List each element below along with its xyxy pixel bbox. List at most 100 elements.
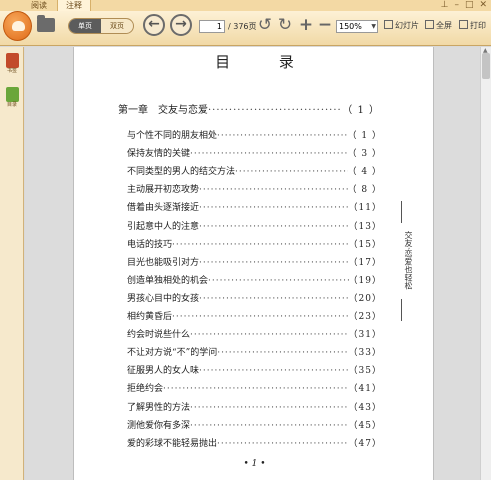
entry-page: （17） — [348, 257, 382, 268]
toc-entry[interactable]: 保持友情的关键 ·································… — [127, 148, 382, 160]
entry-title: 测他爱你有多深 — [127, 420, 191, 431]
entry-title: 保持友情的关键 — [127, 149, 191, 160]
entry-page: （11） — [348, 203, 382, 214]
tab-annotate[interactable]: 注释 — [57, 0, 91, 11]
toc-entry[interactable]: 相约黄昏后 ···································… — [127, 311, 382, 323]
double-page-button[interactable]: 双页 — [101, 19, 133, 33]
entry-title: 引起意中人的注意 — [127, 221, 200, 232]
toc-entry[interactable]: 不让对方说“不”的学问 ·····························… — [127, 347, 382, 359]
leader-dots: ········································… — [235, 167, 348, 178]
entry-page: （ 4 ） — [347, 167, 382, 178]
chevron-down-icon: ▼ — [371, 23, 376, 30]
rotate-left-icon[interactable]: ↺ — [256, 15, 274, 35]
entry-page: （15） — [348, 239, 382, 250]
scrollbar-thumb[interactable] — [482, 53, 490, 79]
entry-title: 电话的技巧 — [127, 239, 173, 250]
prev-page-button[interactable]: ← — [143, 14, 165, 36]
zoom-in-icon[interactable]: + — [297, 15, 315, 35]
sidebar-item-label: 目录 — [6, 102, 17, 108]
leader-dots: ········································… — [217, 348, 349, 359]
entry-page: （31） — [348, 330, 382, 341]
arrow-left-icon: ← — [148, 16, 160, 32]
minimize-icon[interactable]: – — [454, 0, 459, 11]
entry-page: （ 8 ） — [347, 185, 382, 196]
slideshow-button[interactable]: 幻灯片 — [384, 20, 419, 32]
sidebar-item-bookmarks[interactable]: 书签 — [3, 53, 21, 75]
toc-entry[interactable]: 不同类型的男人的结交方法 ····························… — [127, 166, 382, 178]
entry-title: 约会时说些什么 — [127, 330, 191, 341]
toc-entry[interactable]: 创造单独相处的机会 ·······························… — [127, 275, 382, 287]
leader-dots: ········································… — [190, 330, 349, 341]
toc-entry[interactable]: 电话的技巧 ···································… — [127, 239, 382, 251]
toc-entry[interactable]: 爱的彩球不能轻易抛出 ······························… — [127, 438, 382, 450]
contents-icon — [5, 87, 19, 102]
pin-icon[interactable]: ⊥ — [441, 0, 449, 11]
fullscreen-button[interactable]: 全屏 — [425, 20, 452, 32]
app-logo[interactable] — [3, 11, 32, 41]
fullscreen-icon — [425, 20, 434, 29]
print-button[interactable]: 打印 — [459, 20, 486, 32]
window-controls: ⊥ – □ ✕ — [441, 0, 487, 11]
close-icon[interactable]: ✕ — [479, 0, 487, 11]
leader-dots: ········································… — [199, 293, 349, 304]
leader-dots: ········································… — [172, 239, 349, 250]
leader-dots: ········································… — [217, 438, 349, 449]
leader-dots: ········································… — [208, 275, 349, 286]
zoom-out-icon[interactable]: − — [316, 15, 334, 35]
leader-dots: ········································… — [190, 402, 349, 413]
rotate-right-icon[interactable]: ↻ — [276, 15, 294, 35]
reading-area[interactable]: 目 录 第一章 交友与恋爱 ··························… — [25, 47, 480, 480]
toc-entry[interactable]: 约会时说些什么 ·································… — [127, 329, 382, 341]
entry-title: 了解男性的方法 — [127, 402, 191, 413]
toc-entry[interactable]: 拒绝约会 ····································… — [127, 383, 382, 395]
entry-title: 主动展开初恋攻势 — [127, 185, 200, 196]
sidebar-item-contents[interactable]: 目录 — [3, 87, 21, 109]
slideshow-icon — [384, 20, 393, 29]
zoom-value: 150% — [339, 22, 362, 31]
toc-entry[interactable]: 了解男性的方法 ·································… — [127, 402, 382, 414]
entry-page: （23） — [348, 312, 382, 322]
entry-page: （33） — [348, 348, 382, 359]
tab-read[interactable]: 阅读 — [22, 0, 56, 11]
toc-entry[interactable]: 与个性不同的朋友相处 ······························… — [127, 130, 382, 142]
toc-entry[interactable]: 目光也能吸引对方 ································… — [127, 257, 382, 269]
toc-entry[interactable]: 引起意中人的注意 ································… — [127, 221, 382, 233]
entry-title: 征服男人的女人味 — [127, 366, 200, 377]
entry-title: 拒绝约会 — [127, 384, 164, 395]
toc-entry[interactable]: 测他爱你有多深 ·································… — [127, 420, 382, 432]
entry-page: （41） — [348, 384, 382, 395]
toc-entry[interactable]: 主动展开初恋攻势 ································… — [127, 184, 382, 196]
entry-title: 不让对方说“不”的学问 — [127, 348, 218, 359]
fullscreen-label: 全屏 — [436, 21, 452, 30]
next-page-button[interactable]: → — [170, 14, 192, 36]
running-title-rule — [401, 201, 402, 223]
toc-chapter[interactable]: 第一章 交友与恋爱 ······························… — [118, 104, 380, 118]
leader-dots: ········································… — [163, 384, 349, 395]
entry-page: （45） — [348, 420, 382, 431]
total-pages-label: / 376页 — [228, 22, 257, 31]
vertical-scrollbar[interactable]: ▲ — [480, 47, 491, 480]
chapter-title: 第一章 交友与恋爱 — [118, 105, 208, 116]
open-folder-icon[interactable] — [37, 15, 55, 32]
page-number-input[interactable]: 1 — [199, 20, 225, 33]
maximize-icon[interactable]: □ — [465, 0, 474, 11]
entry-page: （47） — [348, 438, 382, 449]
tab-strip: 阅读 注释 ⊥ – □ ✕ — [0, 0, 491, 11]
entry-page: （43） — [348, 402, 382, 413]
entry-title: 不同类型的男人的结交方法 — [127, 167, 236, 178]
bookmark-icon — [5, 53, 19, 68]
single-page-button[interactable]: 单页 — [69, 19, 101, 33]
toc-entry[interactable]: 男孩心目中的女孩 ································… — [127, 293, 382, 305]
leader-dots: ········································… — [199, 185, 348, 196]
toc-entry[interactable]: 借着由头逐渐接近 ································… — [127, 202, 382, 214]
arrow-right-icon: → — [175, 16, 187, 32]
sidebar-item-label: 书签 — [6, 68, 17, 74]
running-title: 交友·恋爱也轻松 — [404, 231, 413, 290]
entry-page: （ 1 ） — [347, 131, 382, 141]
leader-dots: ········································… — [199, 221, 349, 232]
running-title-rule — [401, 299, 402, 321]
entry-title: 爱的彩球不能轻易抛出 — [127, 438, 218, 449]
zoom-select[interactable]: 150% ▼ — [336, 20, 378, 33]
entry-title: 相约黄昏后 — [127, 312, 173, 322]
toc-entry[interactable]: 征服男人的女人味 ································… — [127, 365, 382, 377]
